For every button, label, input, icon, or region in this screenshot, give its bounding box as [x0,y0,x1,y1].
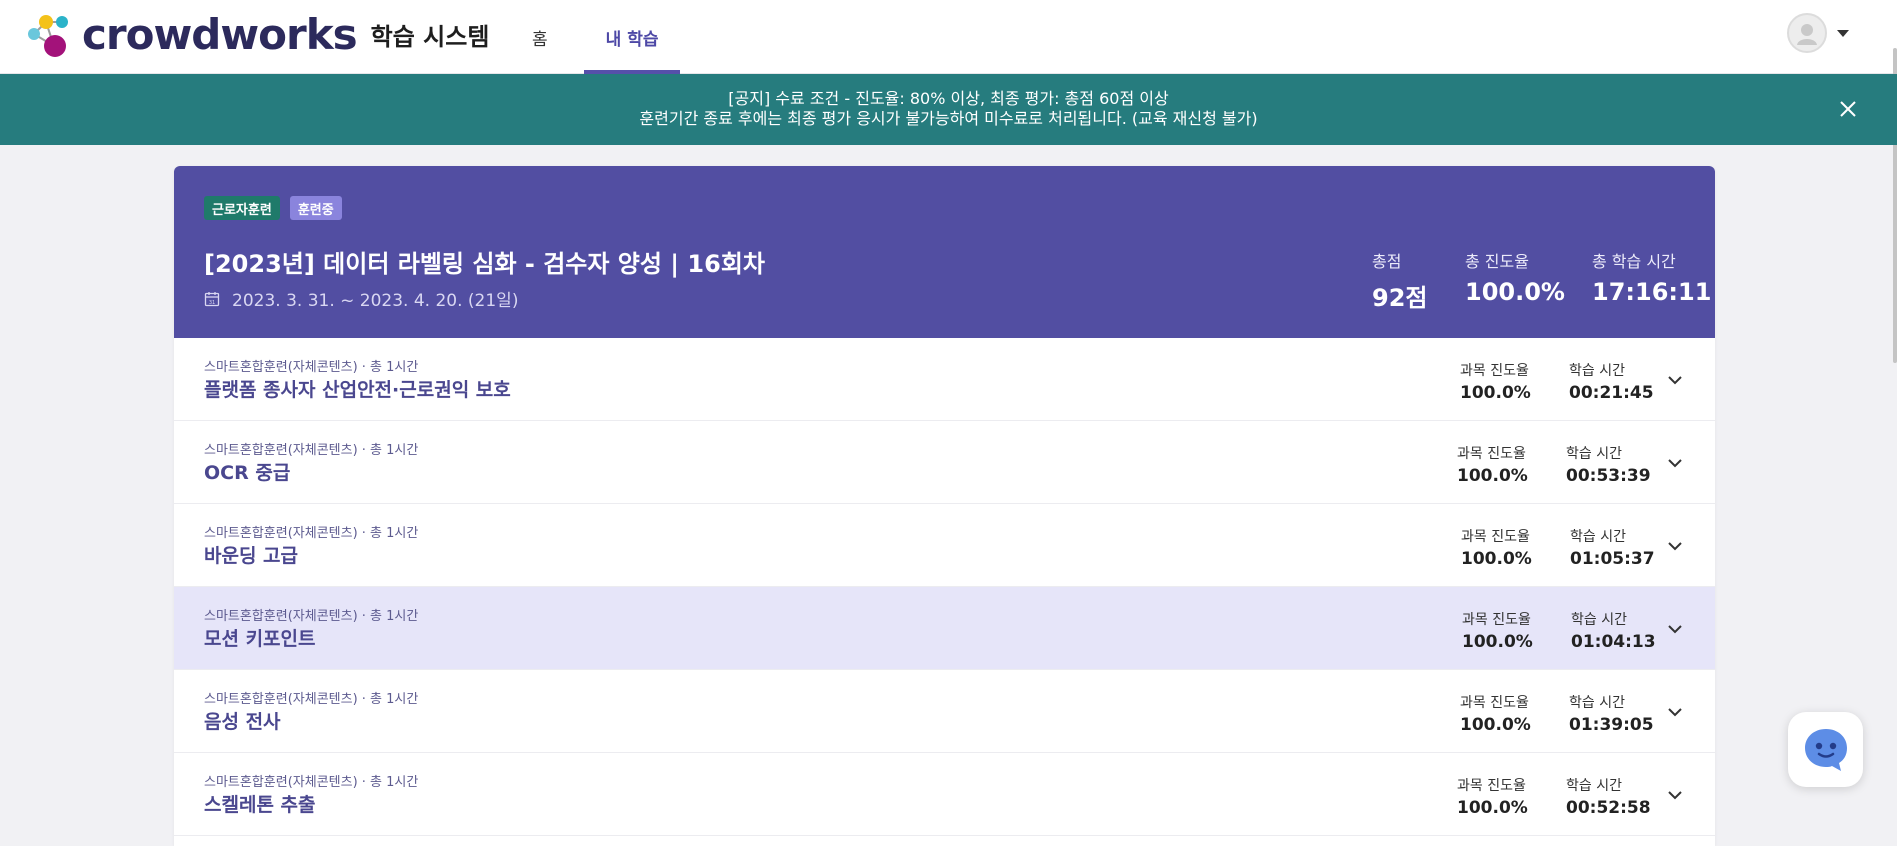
subject-meta: 스마트혼합훈련(자체콘텐츠) · 총 1시간 [204,360,419,375]
chatbot-icon [1804,728,1847,771]
subject-progress: 과목 진도율 100.0% [1457,775,1528,818]
subject-meta: 스마트혼합훈련(자체콘텐츠) · 총 1시간 [204,526,419,541]
close-icon[interactable] [1837,98,1859,120]
subject-progress-value: 100.0% [1461,549,1532,569]
stat-score-label: 총점 [1372,252,1402,271]
stat-progress-value: 100.0% [1465,278,1565,306]
chevron-down-icon[interactable] [1666,537,1684,555]
subject-time-label: 학습 시간 [1569,363,1625,379]
course-card: 근로자훈련 훈련중 [2023년] 데이터 라벨링 심화 - 검수자 양성 | … [174,166,1715,846]
subject-row[interactable]: 스마트혼합훈련(자체콘텐츠) · 총 1시간 바운딩 고급 과목 진도율 100… [174,504,1715,587]
subject-meta: 스마트혼합훈련(자체콘텐츠) · 총 1시간 [204,692,419,707]
subject-time-value: 00:21:45 [1569,383,1654,403]
chevron-down-icon[interactable] [1666,620,1684,638]
subject-name: 플랫폼 종사자 산업안전·근로권익 보호 [204,379,511,401]
subject-progress: 과목 진도율 100.0% [1462,609,1533,652]
subject-time-label: 학습 시간 [1569,695,1625,711]
subject-time-value: 01:05:37 [1570,549,1655,569]
subject-progress-label: 과목 진도율 [1461,529,1530,545]
subject-time: 학습 시간 00:53:39 [1566,443,1651,486]
subject-progress-value: 100.0% [1462,632,1533,652]
subject-time-label: 학습 시간 [1566,778,1622,794]
svg-text:31: 31 [209,300,215,306]
caret-down-icon[interactable] [1837,29,1849,37]
chevron-down-icon[interactable] [1666,786,1684,804]
subject-time: 학습 시간 01:05:37 [1570,526,1655,569]
stat-score: 총점 92점 [1372,248,1427,313]
subject-time-label: 학습 시간 [1570,529,1626,545]
badge-worker-training: 근로자훈련 [204,196,280,220]
course-title: [2023년] 데이터 라벨링 심화 - 검수자 양성 | 16회차 [204,250,765,278]
subject-meta: 스마트혼합훈련(자체콘텐츠) · 총 1시간 [204,609,419,624]
subject-progress-label: 과목 진도율 [1460,695,1529,711]
subject-name: 스켈레톤 추출 [204,794,316,816]
course-date: 31 2023. 3. 31. ~ 2023. 4. 20. (21일) [204,286,518,311]
subject-meta: 스마트혼합훈련(자체콘텐츠) · 총 1시간 [204,775,419,790]
notice-line-1: [공지] 수료 조건 - 진도율: 80% 이상, 최종 평가: 총점 60점 … [728,89,1169,108]
chevron-down-icon[interactable] [1666,371,1684,389]
subject-time-label: 학습 시간 [1571,612,1627,628]
stat-progress: 총 진도율 100.0% [1465,248,1565,306]
subject-row[interactable]: 스마트혼합훈련(자체콘텐츠) · 총 1시간 스켈레톤 추출 과목 진도율 10… [174,753,1715,836]
subject-time-label: 학습 시간 [1566,446,1622,462]
subject-progress: 과목 진도율 100.0% [1460,692,1531,735]
stat-time: 총 학습 시간 17:16:11 [1592,248,1711,306]
user-menu[interactable] [1787,13,1849,53]
subject-progress-value: 100.0% [1460,383,1531,403]
subject-name: 음성 전사 [204,711,281,733]
chatbot-button[interactable] [1788,712,1863,787]
course-summary: 근로자훈련 훈련중 [2023년] 데이터 라벨링 심화 - 검수자 양성 | … [174,166,1715,338]
subject-progress-label: 과목 진도율 [1457,778,1526,794]
subject-time-value: 00:53:39 [1566,466,1651,486]
nav-home[interactable]: 홈 [510,0,570,74]
stat-progress-label: 총 진도율 [1465,252,1529,271]
chevron-down-icon[interactable] [1666,703,1684,721]
subject-progress-value: 100.0% [1457,798,1528,818]
top-header: crowdworks 학습 시스템 홈 내 학습 [0,0,1897,74]
nav-my-learning[interactable]: 내 학습 [583,0,681,74]
calendar-icon: 31 [204,291,220,306]
subject-progress: 과목 진도율 100.0% [1461,526,1532,569]
subject-time: 학습 시간 01:04:13 [1571,609,1656,652]
subject-progress-value: 100.0% [1460,715,1531,735]
logo[interactable]: crowdworks 학습 시스템 [22,8,489,60]
main-nav: 홈 내 학습 [510,0,681,74]
subject-meta: 스마트혼합훈련(자체콘텐츠) · 총 1시간 [204,443,419,458]
subject-progress-value: 100.0% [1457,466,1528,486]
stat-time-value: 17:16:11 [1592,278,1712,306]
subject-progress-label: 과목 진도율 [1462,612,1531,628]
subject-progress: 과목 진도율 100.0% [1460,360,1531,403]
subject-name: OCR 중급 [204,462,291,484]
subject-row[interactable]: 스마트혼합훈련(자체콘텐츠) · 총 1시간 OCR 중급 과목 진도율 100… [174,421,1715,504]
chevron-down-icon[interactable] [1666,454,1684,472]
notice-line-2: 훈련기간 종료 후에는 최종 평가 응시가 불가능하여 미수료로 처리됩니다. … [639,109,1258,128]
subject-progress-label: 과목 진도율 [1457,446,1526,462]
subject-name: 바운딩 고급 [204,545,299,567]
stat-time-label: 총 학습 시간 [1592,252,1676,271]
subject-progress: 과목 진도율 100.0% [1457,443,1528,486]
subject-row[interactable]: 스마트혼합훈련(자체콘텐츠) · 총 1시간 플랫폼 종사자 산업안전·근로권익… [174,338,1715,421]
subject-time-value: 01:39:05 [1569,715,1654,735]
subject-progress-label: 과목 진도율 [1460,363,1529,379]
subject-time: 학습 시간 00:52:58 [1566,775,1651,818]
stat-score-value: 92점 [1372,284,1428,312]
notice-banner: [공지] 수료 조건 - 진도율: 80% 이상, 최종 평가: 총점 60점 … [0,74,1897,145]
course-date-text: 2023. 3. 31. ~ 2023. 4. 20. (21일) [232,291,519,311]
logo-subtitle: 학습 시스템 [370,22,490,51]
badge-in-progress: 훈련중 [289,196,342,220]
avatar[interactable] [1787,13,1827,53]
subject-row[interactable]: 스마트혼합훈련(자체콘텐츠) · 총 1시간 모션 키포인트 과목 진도율 10… [174,587,1715,670]
course-badges: 근로자훈련 훈련중 [204,196,342,220]
subject-name: 모션 키포인트 [204,628,316,650]
logo-wordmark: crowdworks [82,9,358,59]
subject-row[interactable]: 스마트혼합훈련(자체콘텐츠) · 총 1시간 음성 전사 과목 진도율 100.… [174,670,1715,753]
subject-time: 학습 시간 00:21:45 [1569,360,1654,403]
subject-time-value: 01:04:13 [1571,632,1656,652]
logo-icon [28,15,68,57]
subject-time: 학습 시간 01:39:05 [1569,692,1654,735]
user-icon [1797,24,1817,45]
subject-time-value: 00:52:58 [1566,798,1651,818]
